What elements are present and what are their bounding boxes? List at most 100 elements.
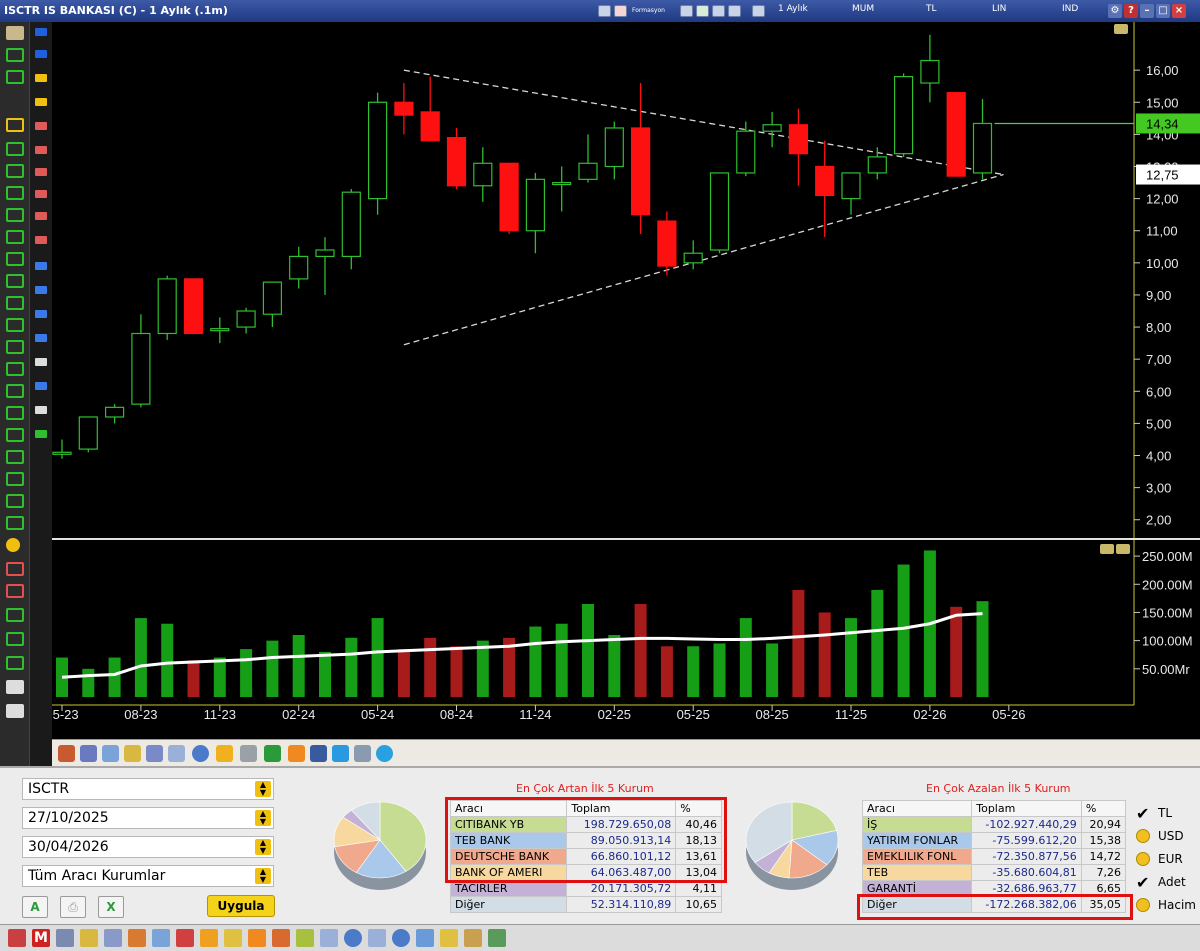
data-icon[interactable] [392,929,410,947]
strategy-icon[interactable] [296,929,314,947]
measure-icon[interactable] [6,516,24,530]
tool-icon[interactable] [354,745,371,762]
help-icon[interactable]: ? [1124,4,1138,18]
pencil-icon[interactable] [124,745,141,762]
red-arrow-1-icon[interactable] [35,122,47,130]
zoom-in-icon[interactable] [35,262,47,270]
alarm-icon[interactable] [614,5,627,17]
table-icon[interactable] [224,929,242,947]
auto-trend-icon[interactable] [6,94,24,108]
chart-mode-button[interactable]: A [22,896,48,918]
layout-icon[interactable] [6,26,24,40]
erase-all-icon[interactable] [6,704,24,718]
red-arrow-6-icon[interactable] [35,236,47,244]
broker-filter-select[interactable]: Tüm Aracı Kurumlar ▲ ▼ [22,865,274,887]
channel-icon[interactable] [6,186,24,200]
close-icon[interactable]: × [1172,4,1186,18]
layout-grid-icon[interactable] [80,745,97,762]
spinner-icon[interactable]: ▲ ▼ [255,839,271,855]
star-icon[interactable] [440,929,458,947]
start-date-field[interactable]: 27/10/2025 ▲ ▼ [22,807,274,829]
smiley-icon[interactable] [6,538,20,552]
level2-icon[interactable] [416,929,434,947]
red-arrow-3-icon[interactable] [35,168,47,176]
arrow-tool-icon[interactable] [6,562,24,576]
grid-tool-icon[interactable] [6,340,24,354]
arc-icon[interactable] [6,252,24,266]
spinner-icon[interactable]: ▲ ▼ [255,810,271,826]
tools-icon[interactable] [272,929,290,947]
rectangle-icon[interactable] [6,406,24,420]
document-icon[interactable] [35,406,47,414]
tools-icon[interactable]: ⚙ [1108,4,1122,18]
horizontal-line-icon[interactable] [6,142,24,156]
move-icon[interactable] [35,382,47,390]
magnifier-icon[interactable] [35,358,47,366]
maximize-icon[interactable]: □ [1156,4,1170,18]
red-arrow-5-icon[interactable] [35,212,47,220]
eraser-icon[interactable] [6,680,24,694]
line-tool-icon[interactable] [6,70,24,84]
ruler-icon[interactable] [6,208,24,222]
facebook-icon[interactable] [310,745,327,762]
print-button[interactable]: ⎙ [60,896,86,918]
check-icon[interactable] [696,5,709,17]
gann-icon[interactable] [6,296,24,310]
matriks-logo-icon[interactable]: M [32,929,50,947]
skype-icon[interactable] [376,745,393,762]
paste-icon[interactable] [35,98,47,106]
calc-icon[interactable] [598,5,611,17]
excel-export-button[interactable]: X [98,896,124,918]
marker-icon[interactable] [6,608,24,622]
analysis-icon[interactable] [128,929,146,947]
spinner-icon[interactable]: ▲ ▼ [255,781,271,797]
expand-icon[interactable] [35,334,47,342]
indicator-selector[interactable]: IND [1062,4,1078,14]
zoom-icon[interactable] [146,745,163,762]
pencil-icon[interactable] [80,929,98,947]
col-header-pct[interactable]: % [1080,800,1127,817]
fit-icon[interactable] [35,310,47,318]
cursor-tool-icon[interactable] [6,48,24,62]
pitchfork-icon[interactable] [6,494,24,508]
dropdown-icon[interactable] [752,5,765,17]
alert-icon[interactable] [176,929,194,947]
wave-icon[interactable] [6,384,24,398]
formasyon-tab[interactable]: Formasyon [632,7,665,14]
arrow-up-icon[interactable] [6,584,24,598]
report-icon[interactable] [104,929,122,947]
document-icon[interactable] [320,929,338,947]
database-icon[interactable] [192,745,209,762]
fib-extension-icon[interactable] [6,318,24,332]
price-chart[interactable]: 2,00 3,00 4,00 5,00 6,00 7,00 8,00 9,00 10,00 11,… [52,22,1200,739]
folder-icon[interactable] [200,929,218,947]
fan-icon[interactable] [6,274,24,288]
triangle-tool-icon[interactable] [6,428,24,442]
bank-icon[interactable] [464,929,482,947]
spinner-icon[interactable]: ▲ ▼ [255,868,271,884]
end-date-field[interactable]: 30/04/2026 ▲ ▼ [22,836,274,858]
cycle-icon[interactable] [6,472,24,486]
chart-type-selector[interactable]: MUM [852,4,874,14]
col-header-broker[interactable]: Aracı [861,800,973,817]
red-arrow-2-icon[interactable] [35,146,47,154]
table-row[interactable]: EMEKLILIK FONL -72.350.877,56 14,72 [861,848,1127,865]
table-row[interactable]: TEB -35.680.604,81 7,26 [861,864,1127,881]
right-arrow-icon[interactable] [35,50,47,58]
chart-settings-icon[interactable] [58,745,75,762]
excel-icon[interactable] [264,745,281,762]
settings-icon[interactable] [680,5,693,17]
vertical-line-icon[interactable] [6,164,24,178]
parallel-icon[interactable] [6,450,24,464]
news-icon[interactable] [56,929,74,947]
fib-levels-icon[interactable] [6,230,24,244]
col-header-total[interactable]: Toplam [971,800,1082,817]
indicator-icon[interactable] [35,430,47,438]
scale-selector[interactable]: LIN [992,4,1006,14]
table-row[interactable]: İŞ -102.927.440,29 20,94 [861,816,1127,833]
fibonacci-icon[interactable] [6,118,24,132]
apply-button[interactable]: Uygula [207,895,275,917]
database-icon[interactable] [344,929,362,947]
share-icon[interactable] [288,745,305,762]
page-icon[interactable] [168,745,185,762]
